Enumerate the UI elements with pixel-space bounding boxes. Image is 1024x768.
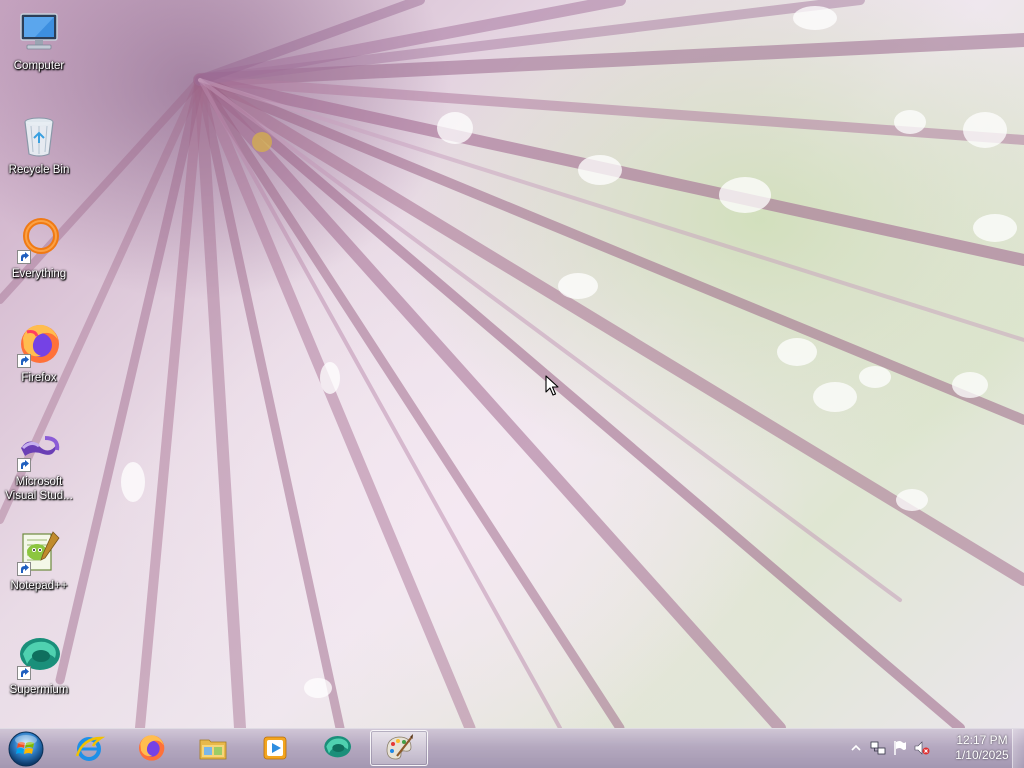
computer-icon — [20, 13, 58, 50]
desktop-icon-label: Notepad++ — [10, 580, 68, 592]
file-explorer-icon — [199, 739, 227, 760]
firefox-icon — [139, 735, 165, 761]
tray-network[interactable] — [870, 740, 886, 756]
supermium-icon — [324, 736, 351, 758]
volume-muted-icon — [914, 741, 930, 755]
network-icon — [870, 741, 886, 755]
taskbar-supermium[interactable] — [308, 730, 366, 766]
taskbar-paint[interactable] — [370, 730, 428, 766]
shortcut-arrow-icon — [17, 250, 31, 264]
shortcut-arrow-icon — [17, 458, 31, 472]
internet-explorer-icon — [75, 736, 105, 761]
desktop-icon-label: Everything — [11, 268, 67, 280]
taskbar-clock[interactable]: 12:17 PM 1/10/2025 — [950, 733, 1014, 763]
windows-start-orb-icon — [8, 731, 44, 767]
action-center-flag-icon — [894, 741, 906, 755]
show-hidden-icons-button[interactable] — [848, 740, 864, 756]
show-hidden-icons-chevron-icon — [851, 744, 861, 751]
taskbar-media-player[interactable] — [246, 730, 304, 766]
clock-date: 1/10/2025 — [955, 748, 1009, 762]
desktop-icon-label: Computer — [13, 60, 65, 72]
start-button[interactable] — [4, 730, 48, 768]
desktop-icon-everything[interactable]: Everything — [4, 210, 74, 306]
tray-volume[interactable] — [914, 740, 930, 756]
desktop-icon-recycle-bin[interactable]: Recycle Bin — [4, 106, 74, 202]
desktop-icon-supermium[interactable]: Supermium — [4, 626, 74, 722]
desktop-icon-visual-studio[interactable]: Microsoft Visual Stud... — [4, 418, 74, 514]
desktop-icon-label: Firefox — [21, 372, 57, 384]
desktop-icon-computer[interactable]: Computer — [4, 2, 74, 98]
paint-icon — [386, 734, 413, 760]
desktop-icon-label: Supermium — [9, 684, 69, 696]
wallpaper — [0, 0, 1024, 728]
desktop[interactable]: Computer Recycle Bin Everything Firefox … — [0, 0, 1024, 768]
shortcut-arrow-icon — [17, 666, 31, 680]
desktop-icon-label: Microsoft Visual Stud... — [5, 476, 73, 502]
desktop-icon-notepad-plus-plus[interactable]: Notepad++ — [4, 522, 74, 618]
tray-action-center[interactable] — [892, 740, 908, 756]
clock-time: 12:17 PM — [956, 733, 1008, 747]
taskbar: 12:17 PM 1/10/2025 — [0, 728, 1024, 768]
notification-area: 12:17 PM 1/10/2025 — [834, 729, 1024, 768]
recycle-bin-icon — [24, 117, 54, 157]
taskbar-firefox[interactable] — [122, 730, 180, 766]
show-desktop-button[interactable] — [1012, 729, 1024, 768]
shortcut-arrow-icon — [17, 354, 31, 368]
media-player-icon — [263, 736, 287, 760]
taskbar-file-explorer[interactable] — [184, 730, 242, 766]
shortcut-arrow-icon — [17, 562, 31, 576]
taskbar-internet-explorer[interactable] — [60, 730, 118, 766]
desktop-icon-label: Recycle Bin — [8, 164, 70, 176]
desktop-icon-firefox[interactable]: Firefox — [4, 314, 74, 410]
mouse-pointer-icon — [545, 375, 559, 396]
